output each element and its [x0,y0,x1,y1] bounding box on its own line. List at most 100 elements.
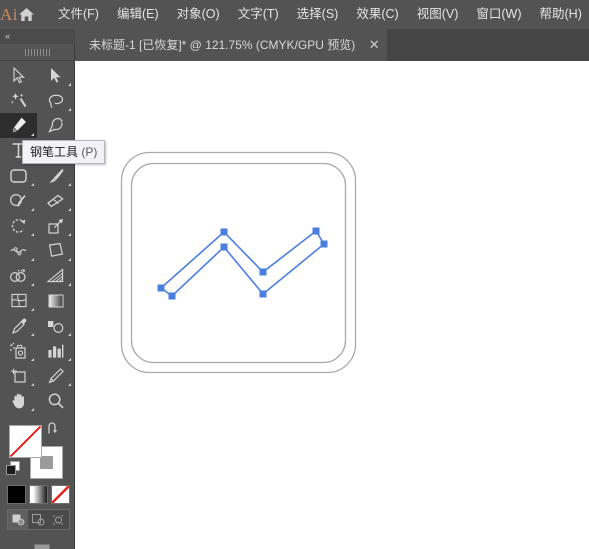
zigzag-path [159,229,326,298]
close-icon[interactable]: ✕ [361,29,387,61]
tools-panel-header[interactable]: « [0,29,75,44]
tool-shape-builder[interactable] [0,263,37,288]
grip-dots-icon [24,48,51,56]
document-tab-label: 未标题-1 [已恢复]* @ 121.75% (CMYK/GPU 预览) [89,38,356,52]
menu-item-type[interactable]: 文字(T) [229,3,288,26]
change-screen-mode-button[interactable] [0,536,75,549]
collapse-panel-icon[interactable]: « [5,29,10,44]
tool-magic-wand[interactable] [0,88,37,113]
tool-symbol-sprayer[interactable] [0,338,37,363]
tool-group-indicator [68,383,71,386]
tool-group-indicator [31,258,34,261]
fill-stroke-controls [0,419,75,481]
tool-free-transform[interactable] [37,238,74,263]
anchor-point [168,292,176,300]
tool-group-indicator [31,308,34,311]
tools-panel-drag-handle[interactable] [0,44,75,61]
anchor-points [157,227,328,300]
tool-group-indicator [68,233,71,236]
menu-item-window[interactable]: 窗口(W) [467,3,530,26]
tool-perspective-grid[interactable] [37,263,74,288]
tool-group-indicator [31,183,34,186]
tool-gradient[interactable] [37,288,74,313]
draw-behind-button[interactable] [28,510,48,529]
menu-item-view[interactable]: 视图(V) [408,3,468,26]
tool-hand[interactable] [0,388,37,413]
pen-tool-tooltip: 钢笔工具 (P) [22,140,106,164]
draw-normal-button[interactable] [8,510,28,529]
tool-group-indicator [68,208,71,211]
tool-zoom[interactable] [37,388,74,413]
menu-item-file[interactable]: 文件(F) [49,3,108,26]
menu-bar: Ai 文件(F) 编辑(E) 对象(O) 文字(T) 选择(S) 效果(C) 视… [0,0,589,29]
none-mode-button[interactable] [51,485,70,504]
anchor-point [320,240,328,248]
anchor-point [259,290,267,298]
tool-width[interactable] [0,238,37,263]
rounded-rectangle-outer [120,151,357,374]
menu-item-select[interactable]: 选择(S) [288,3,348,26]
color-mode-button[interactable] [7,485,26,504]
canvas-area[interactable] [75,61,589,549]
tool-scale[interactable] [37,213,74,238]
tab-strip: 未标题-1 [已恢复]* @ 121.75% (CMYK/GPU 预览) ✕ [75,29,589,61]
artwork-svg [120,151,357,374]
menu-item-object[interactable]: 对象(O) [168,3,229,26]
tool-group-indicator [68,83,71,86]
anchor-point [312,227,320,235]
tool-group-indicator [31,408,34,411]
tool-lasso[interactable] [37,88,74,113]
tool-group-indicator [31,133,34,136]
menu-item-help[interactable]: 帮助(H) [531,3,589,26]
anchor-point [259,268,267,276]
drawing-mode-row [7,509,70,530]
anchor-point [157,284,165,292]
tool-artboard[interactable] [0,363,37,388]
tool-shaper[interactable] [0,188,37,213]
tooltip-label: 钢笔工具 [30,145,79,159]
tool-group-indicator [68,108,71,111]
document-tab[interactable]: 未标题-1 [已恢复]* @ 121.75% (CMYK/GPU 预览) ✕ [75,29,388,61]
tool-mesh[interactable] [0,288,37,313]
tool-group-indicator [31,283,34,286]
illustrator-window: Ai 文件(F) 编辑(E) 对象(O) 文字(T) 选择(S) 效果(C) 视… [0,0,589,549]
fill-swatch[interactable] [9,425,42,458]
none-indicator-icon [10,426,41,457]
tool-blend[interactable] [37,313,74,338]
tool-group-indicator [31,358,34,361]
tool-pen[interactable] [0,113,37,138]
tool-group-indicator [31,208,34,211]
tool-paintbrush[interactable] [37,163,74,188]
tool-group-indicator [68,283,71,286]
swap-fill-stroke-icon[interactable] [46,422,59,440]
menu-item-effect[interactable]: 效果(C) [347,3,407,26]
tool-curvature[interactable] [37,113,74,138]
tooltip-shortcut: (P) [81,145,98,159]
menu-item-edit[interactable]: 编辑(E) [108,3,168,26]
tool-group-indicator [68,333,71,336]
rounded-rectangle-inner [130,162,347,364]
tool-group-indicator [68,183,71,186]
tool-group-indicator [31,383,34,386]
tool-selection[interactable] [0,63,37,88]
gradient-mode-button[interactable] [29,485,48,504]
menu-item-list: 文件(F) 编辑(E) 对象(O) 文字(T) 选择(S) 效果(C) 视图(V… [49,3,589,26]
tool-eyedropper[interactable] [0,313,37,338]
tool-rectangle[interactable] [0,163,37,188]
anchor-point [220,243,228,251]
tool-column-graph[interactable] [37,338,74,363]
draw-inside-button[interactable] [48,510,68,529]
tool-eraser[interactable] [37,188,74,213]
ai-logo: Ai [0,5,18,24]
tool-group-indicator [68,358,71,361]
tool-direct-selection[interactable] [37,63,74,88]
home-icon[interactable] [18,0,35,29]
tools-panel: « [0,29,75,549]
document-tab-bar: 未标题-1 [已恢复]* @ 121.75% (CMYK/GPU 预览) ✕ [0,29,589,61]
tool-group-indicator [31,333,34,336]
tool-grid [0,63,74,413]
tool-slice[interactable] [37,363,74,388]
default-fill-stroke-icon[interactable] [6,461,21,481]
tool-rotate[interactable] [0,213,37,238]
tool-group-indicator [31,233,34,236]
